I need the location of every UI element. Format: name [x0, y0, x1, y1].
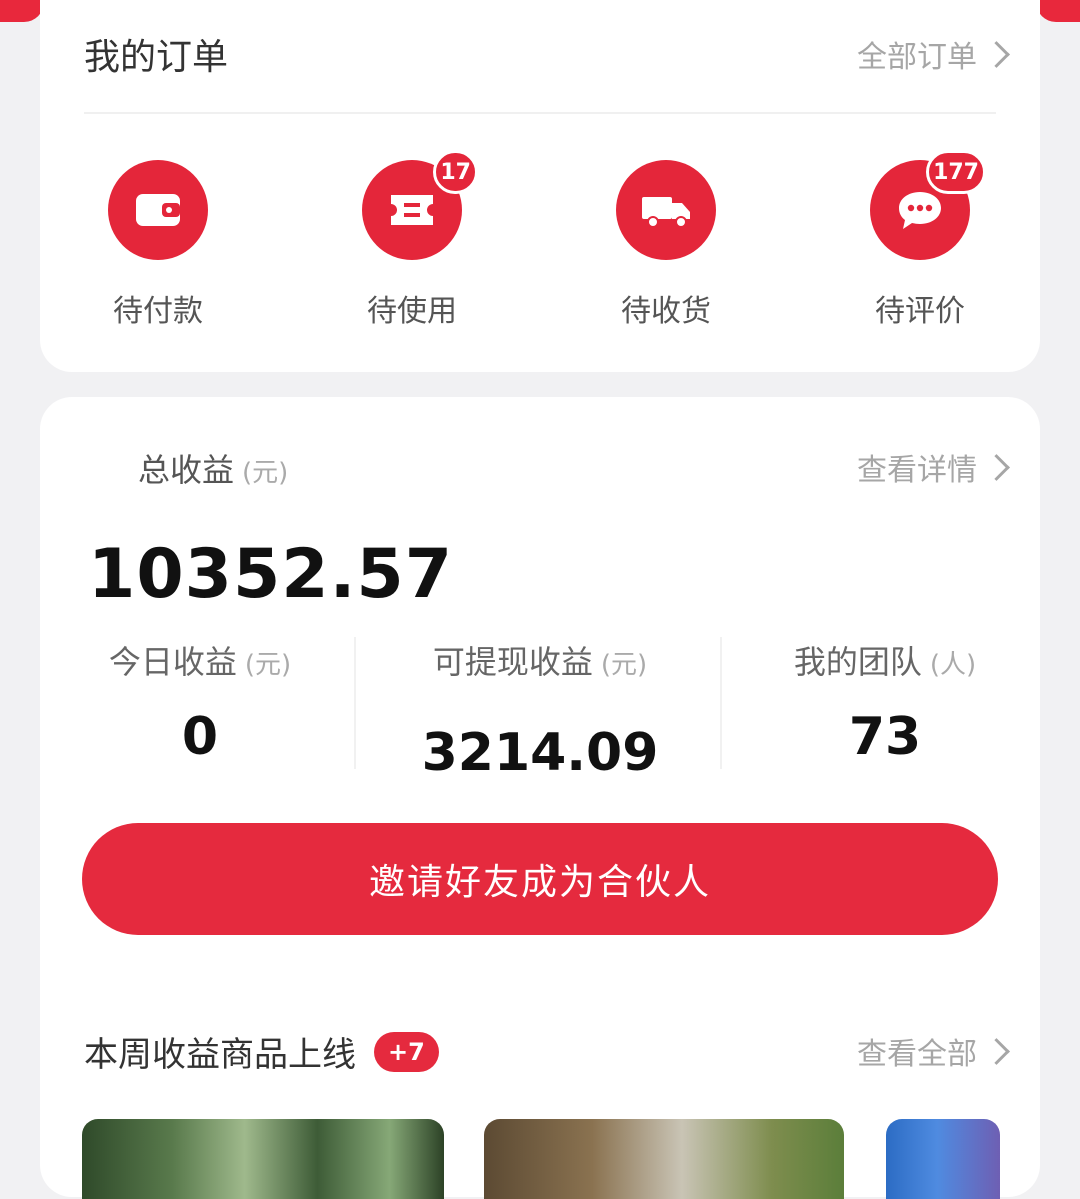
product-thumbnail[interactable] [886, 1119, 1000, 1199]
order-to-review[interactable]: 177 待评价 [820, 150, 1020, 330]
stat-value: 73 [848, 707, 922, 767]
ticket-icon: 17 [362, 150, 478, 260]
review-count-badge: 177 [926, 150, 986, 194]
order-to-use[interactable]: 17 待使用 [312, 150, 512, 330]
all-orders-label: 全部订单 [857, 40, 977, 75]
weekly-products-header: 本周收益商品上线 +7 [84, 1027, 439, 1076]
total-earnings-value: 10352.57 [88, 535, 454, 614]
order-to-receive[interactable]: 待收货 [566, 160, 766, 330]
view-all-link[interactable]: 查看全部 [857, 1029, 1010, 1073]
weekly-products-title: 本周收益商品上线 [84, 1035, 356, 1075]
chevron-right-icon [983, 1037, 1010, 1065]
stat-unit: (人) [929, 650, 977, 680]
orders-card: 我的订单 全部订单 待付款 17 待使用 待收货 177 待评价 [40, 0, 1040, 372]
total-earnings-unit: (元) [242, 458, 289, 488]
order-label: 待使用 [367, 294, 457, 329]
view-details-link[interactable]: 查看详情 [857, 445, 1010, 489]
stat-unit: (元) [600, 650, 648, 680]
today-earnings: 今日收益 (元) 0 [80, 637, 320, 767]
stat-value: 0 [181, 707, 219, 767]
order-count-badge: 17 [433, 150, 478, 194]
total-earnings-text: 总收益 [138, 451, 235, 489]
order-pending-payment[interactable]: 待付款 [58, 160, 258, 330]
stat-divider [354, 637, 356, 769]
top-accent-right [1036, 0, 1080, 22]
total-earnings-label: 总收益 (元) [138, 445, 288, 491]
stat-divider [720, 637, 722, 769]
earnings-card: 总收益 (元) 查看详情 10352.57 今日收益 (元) 0 可提现收益 (元) … [40, 397, 1040, 1199]
stat-label: 今日收益 [108, 643, 237, 681]
my-team[interactable]: 我的团队 (人) 73 [740, 637, 1030, 767]
order-label: 待付款 [113, 294, 203, 329]
stat-label: 可提现收益 [432, 643, 593, 681]
order-label: 待评价 [875, 294, 965, 329]
order-label: 待收货 [621, 294, 711, 329]
wallet-icon [108, 160, 208, 260]
chevron-right-icon [983, 40, 1010, 68]
chat-bubble-icon: 177 [870, 150, 986, 260]
stat-value: 3214.09 [421, 723, 659, 783]
withdrawable-earnings: 可提现收益 (元) 3214.09 [380, 637, 700, 783]
new-count-badge: +7 [374, 1031, 439, 1072]
view-all-label: 查看全部 [857, 1037, 977, 1072]
top-accent-left [0, 0, 44, 22]
stat-label: 我的团队 [793, 643, 922, 681]
view-details-label: 查看详情 [857, 453, 977, 488]
stat-unit: (元) [244, 650, 292, 680]
product-thumbnail[interactable] [484, 1119, 844, 1199]
product-thumbnail[interactable] [82, 1119, 444, 1199]
orders-title: 我的订单 [84, 37, 229, 78]
truck-icon [616, 160, 716, 260]
all-orders-link[interactable]: 全部订单 [857, 32, 1010, 76]
chevron-right-icon [983, 453, 1010, 481]
invite-partner-button[interactable]: 邀请好友成为合伙人 [82, 823, 998, 935]
orders-divider [84, 112, 996, 114]
